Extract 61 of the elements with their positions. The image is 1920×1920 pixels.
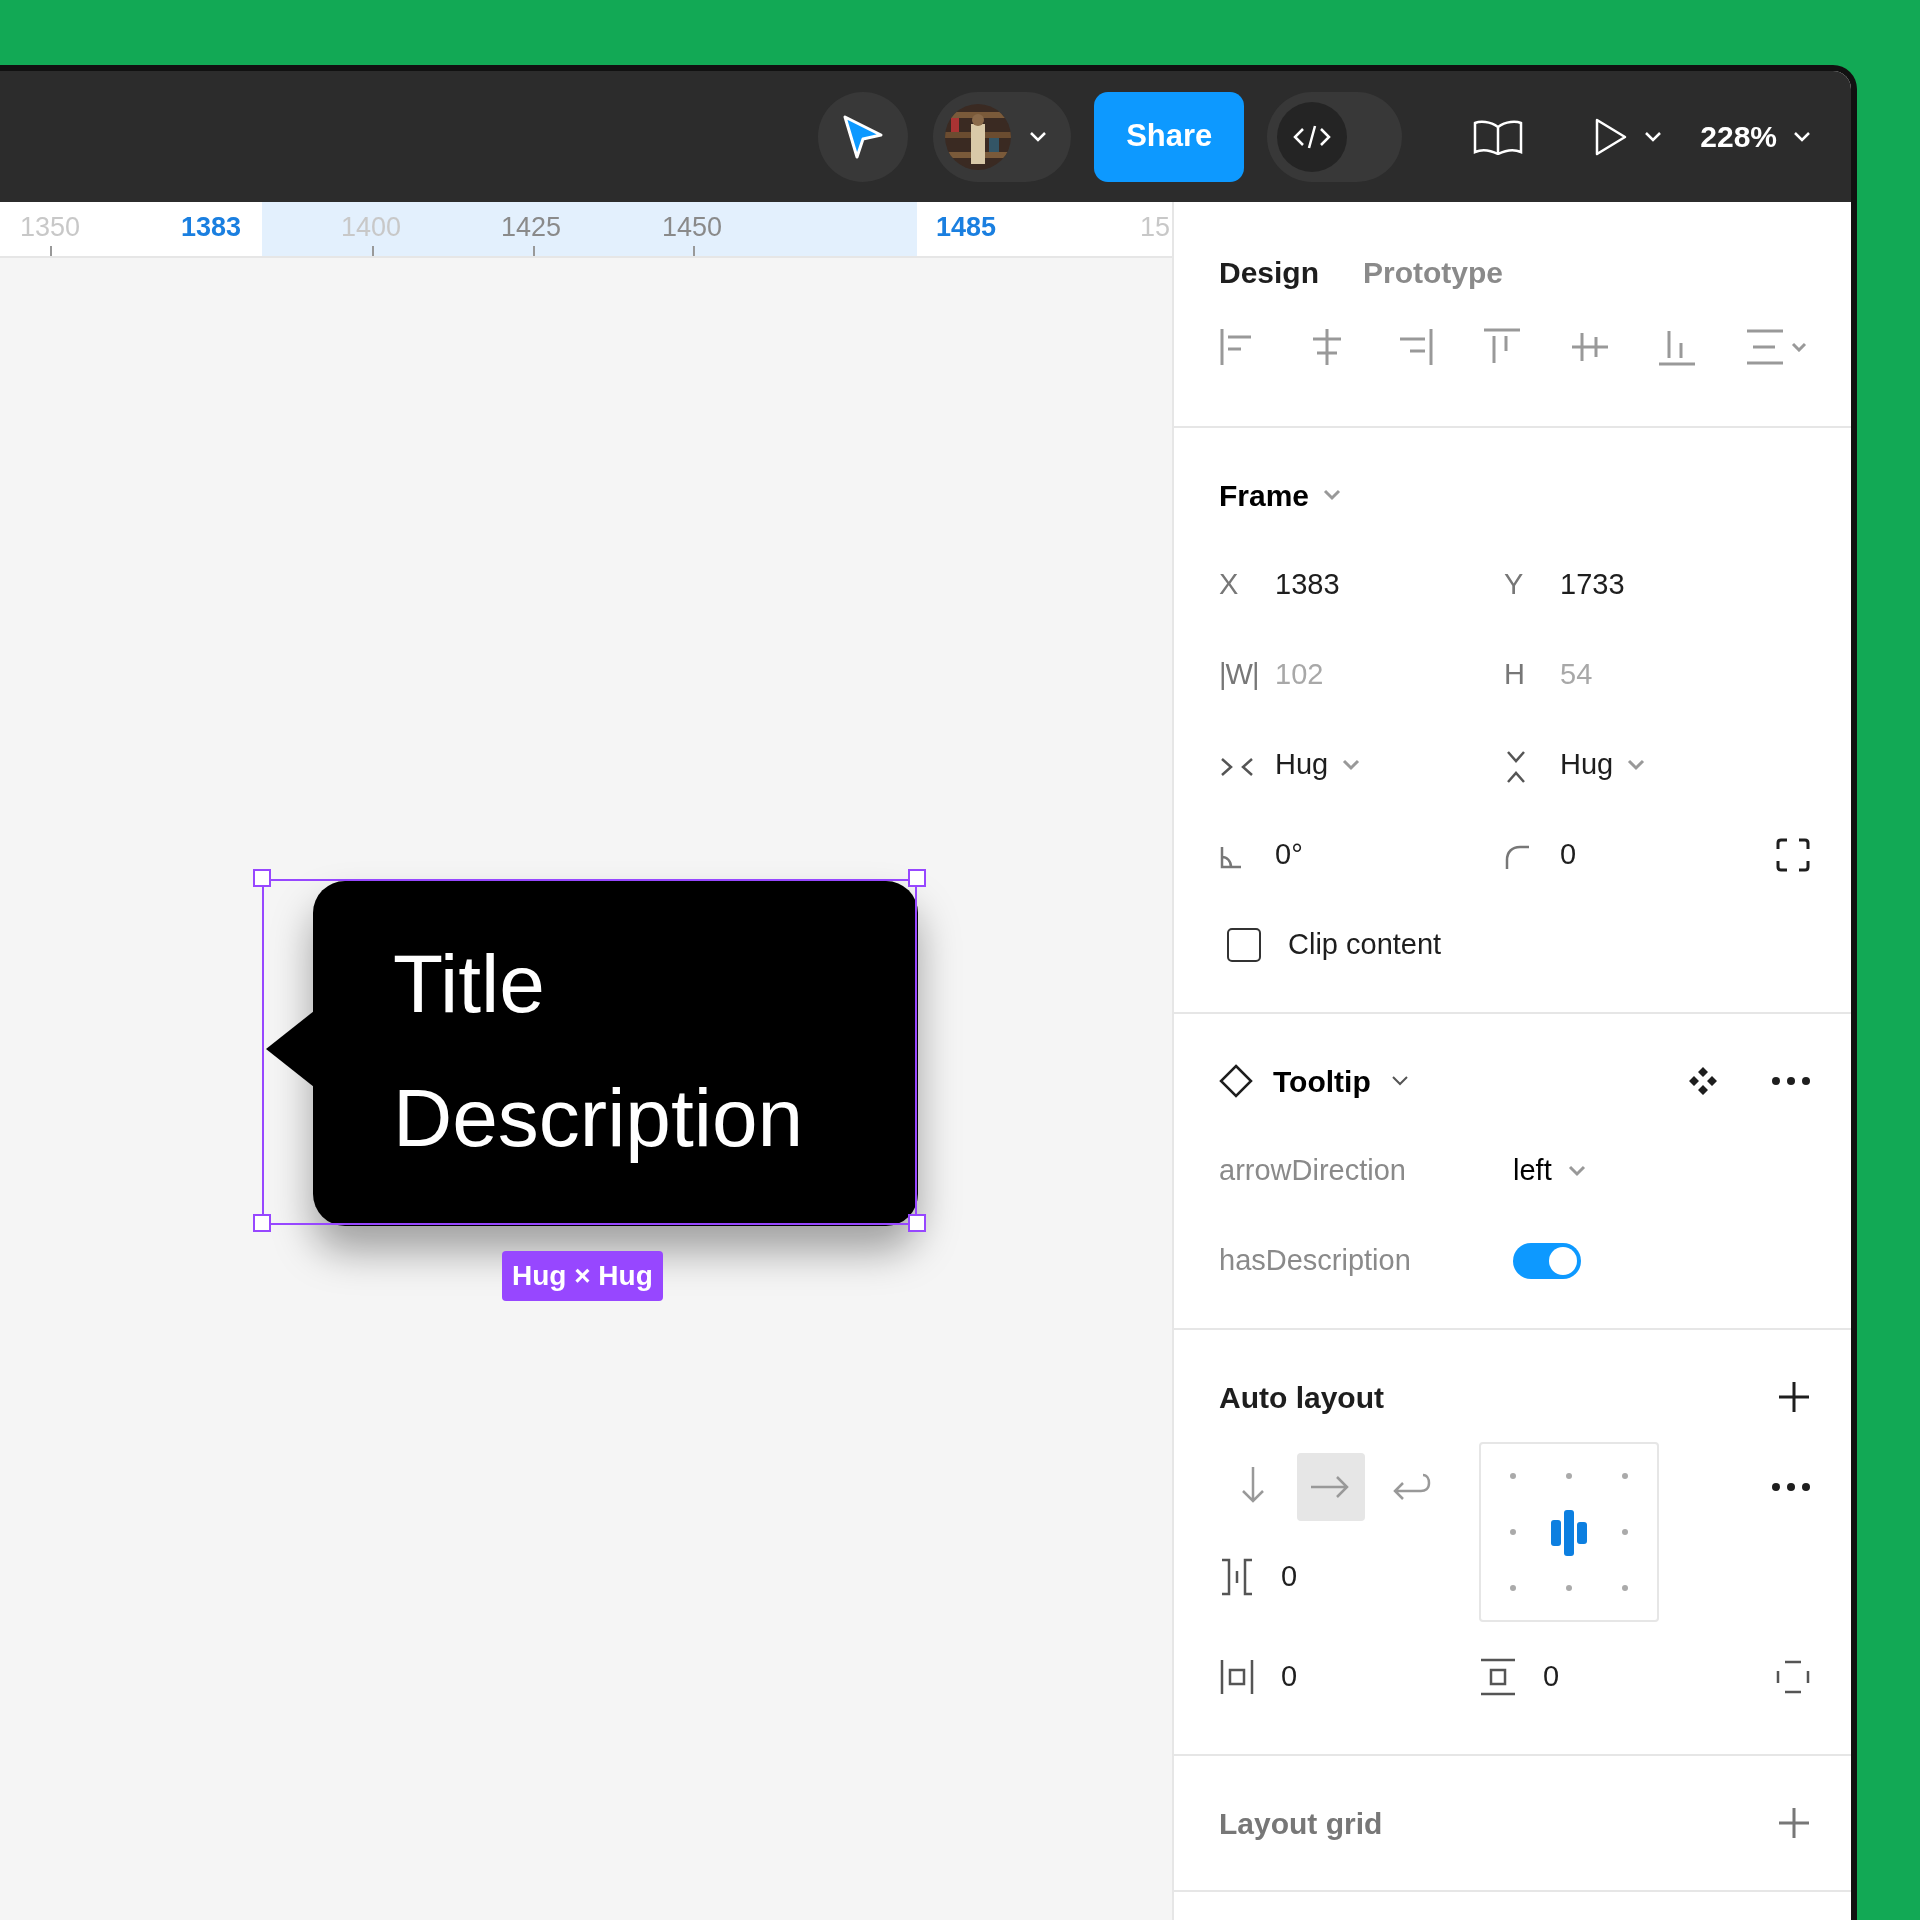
- checkbox-label: Clip content: [1288, 927, 1442, 963]
- value-field[interactable]: 1383: [1275, 563, 1340, 607]
- chevron-down-icon: [1029, 130, 1048, 143]
- value-field[interactable]: 0: [1543, 1655, 1560, 1699]
- resize-handle[interactable]: [253, 1214, 271, 1232]
- chevron-down-icon: [1567, 1165, 1586, 1177]
- independent-corners-icon[interactable]: [1775, 837, 1811, 873]
- distribute-dropdown[interactable]: [1744, 327, 1807, 367]
- panel-tab[interactable]: Design: [1219, 249, 1320, 295]
- diamond-icon: [1219, 1064, 1253, 1098]
- property-label: arrowDirection: [1219, 1153, 1407, 1189]
- resize-handle[interactable]: [908, 1214, 926, 1232]
- ruler-label: 1450: [661, 211, 723, 244]
- frame-dropdown[interactable]: Frame: [1219, 472, 1342, 518]
- code-icon: [1277, 101, 1348, 172]
- field-label: |W|: [1219, 657, 1260, 693]
- component-dropdown[interactable]: Tooltip: [1273, 1058, 1409, 1104]
- property-label: hasDescription: [1219, 1243, 1412, 1279]
- value-field[interactable]: 1733: [1560, 563, 1625, 607]
- sizing-dropdown[interactable]: Hug: [1275, 743, 1361, 787]
- rotation-icon: [1219, 844, 1243, 869]
- ruler-label: 1485: [935, 211, 997, 244]
- zoom-dropdown[interactable]: 228%: [1700, 114, 1811, 159]
- spacing-icon: [1219, 1557, 1255, 1597]
- chevron-down-icon: [1627, 759, 1646, 771]
- book-icon[interactable]: [1472, 118, 1525, 155]
- alignment-grid[interactable]: [1479, 1442, 1659, 1622]
- toggle-switch[interactable]: [1513, 1243, 1581, 1279]
- chevron-down-icon: [1644, 130, 1663, 143]
- chevron-down-icon: [1342, 759, 1361, 771]
- corner-radius-icon: [1504, 843, 1530, 870]
- chevron-down-icon: [1323, 489, 1342, 501]
- chevron-down-icon: [1790, 342, 1807, 352]
- ruler-label: 1383: [180, 211, 242, 244]
- size-label: Hug × Hug: [502, 1251, 663, 1301]
- section-title: Layout grid: [1219, 1805, 1383, 1842]
- value-field[interactable]: 0: [1560, 833, 1577, 877]
- vertical-padding-icon: [1479, 1657, 1517, 1697]
- more-icon[interactable]: [1771, 1076, 1811, 1086]
- horizontal-padding-icon: [1219, 1657, 1255, 1697]
- chevron-down-icon: [1390, 1075, 1409, 1087]
- value-field[interactable]: 0: [1281, 1655, 1298, 1699]
- section-title: Auto layout: [1219, 1379, 1384, 1416]
- ruler-label: 1425: [500, 211, 562, 244]
- add-icon[interactable]: [1777, 1380, 1811, 1414]
- more-icon[interactable]: [1771, 1482, 1811, 1492]
- chevron-down-icon: [1793, 130, 1811, 143]
- field-label: X: [1219, 567, 1240, 603]
- field-label: H: [1504, 657, 1526, 693]
- value-field[interactable]: 0: [1281, 1555, 1298, 1599]
- property-dropdown[interactable]: left: [1513, 1149, 1586, 1193]
- checkbox[interactable]: [1227, 928, 1261, 962]
- field-label: Y: [1504, 567, 1525, 603]
- resize-handle[interactable]: [253, 869, 271, 887]
- value-field[interactable]: 0°: [1275, 833, 1303, 877]
- resize-handle[interactable]: [908, 869, 926, 887]
- sizing-dropdown[interactable]: Hug: [1560, 743, 1646, 787]
- play-button[interactable]: [1594, 116, 1663, 157]
- individual-padding-icon[interactable]: [1775, 1659, 1811, 1695]
- tooltip-title: Title: [393, 943, 546, 1025]
- component-instance-icon[interactable]: [1687, 1065, 1719, 1097]
